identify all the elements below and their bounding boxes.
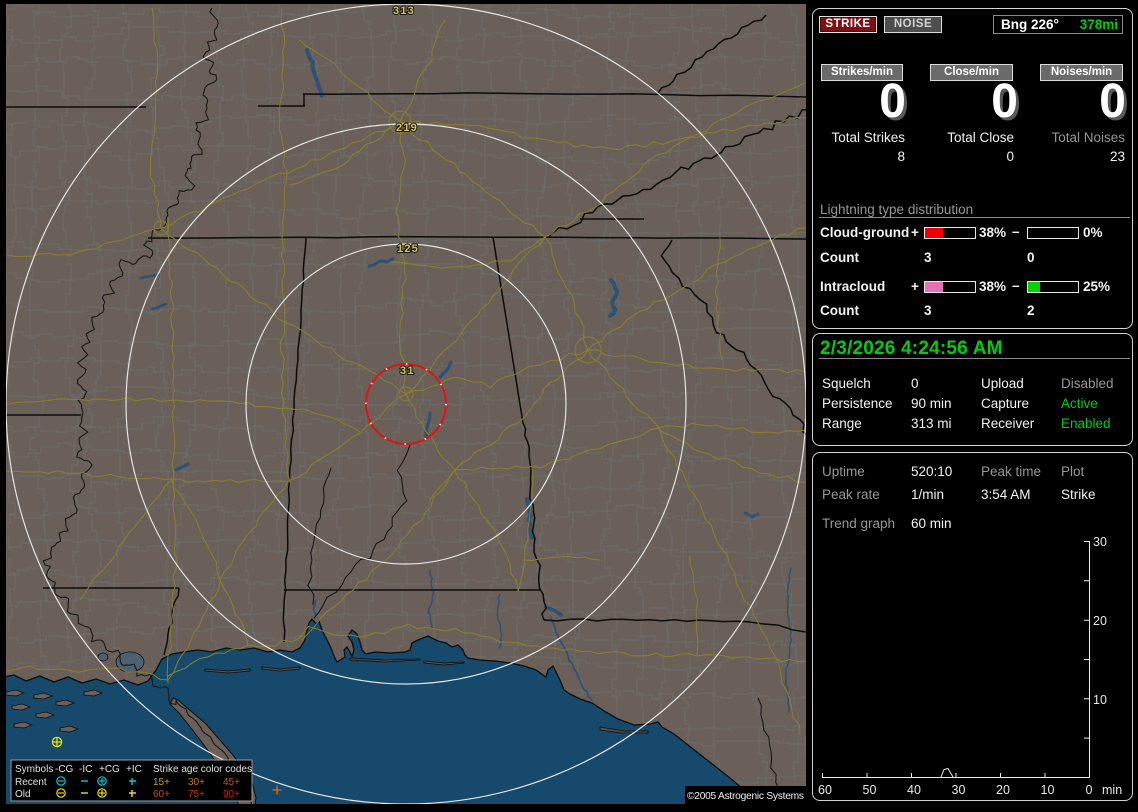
svg-text:20: 20 (996, 783, 1010, 797)
svg-text:10: 10 (1093, 693, 1107, 707)
svg-text:©2005 Astrogenic Systems: ©2005 Astrogenic Systems (687, 791, 804, 802)
svg-text:-CG: -CG (55, 764, 74, 775)
svg-text:313: 313 (393, 5, 415, 17)
svg-text:15+: 15+ (153, 777, 170, 788)
svg-text:0: 0 (1086, 783, 1093, 797)
svg-text:30+: 30+ (188, 777, 205, 788)
svg-text:219: 219 (396, 122, 418, 134)
svg-text:45+: 45+ (223, 777, 240, 788)
svg-text:Strike age color codes: Strike age color codes (153, 764, 252, 775)
svg-text:Old: Old (15, 789, 31, 800)
svg-text:125: 125 (397, 243, 419, 255)
svg-text:Symbols: Symbols (15, 764, 53, 775)
svg-text:-IC: -IC (79, 764, 92, 775)
svg-text:30: 30 (1093, 535, 1107, 549)
svg-text:75+: 75+ (188, 789, 205, 800)
svg-text:40: 40 (907, 783, 921, 797)
svg-text:+CG: +CG (99, 764, 120, 775)
svg-text:30: 30 (952, 783, 966, 797)
svg-text:31: 31 (400, 365, 415, 377)
svg-text:Recent: Recent (15, 777, 47, 788)
svg-text:60: 60 (818, 783, 832, 797)
svg-text:min: min (1102, 783, 1122, 797)
svg-text:90+: 90+ (223, 789, 240, 800)
svg-text:+IC: +IC (126, 764, 142, 775)
svg-text:10: 10 (1041, 783, 1055, 797)
svg-text:50: 50 (863, 783, 877, 797)
svg-text:20: 20 (1093, 614, 1107, 628)
svg-text:60+: 60+ (153, 789, 170, 800)
